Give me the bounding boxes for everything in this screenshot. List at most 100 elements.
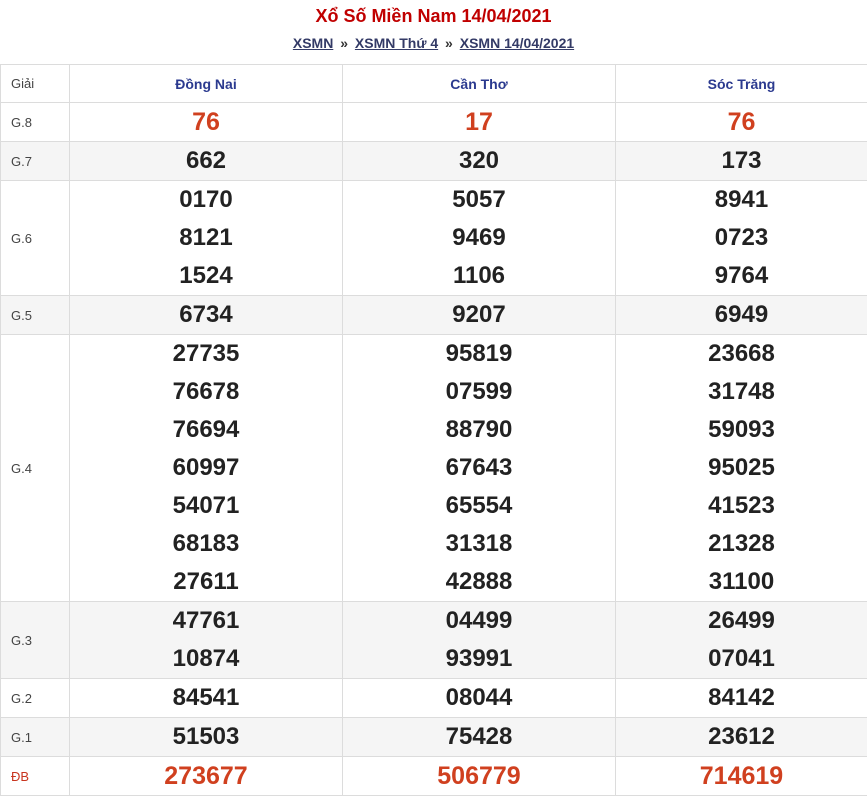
- prize-cell: 662: [69, 141, 343, 181]
- prize-number: 07599: [445, 378, 513, 405]
- prize-number: 1524: [179, 262, 233, 289]
- prize-number: 9207: [452, 301, 506, 328]
- breadcrumb-separator: »: [340, 35, 348, 51]
- prize-number: 07041: [708, 645, 775, 672]
- prize-cell: 6949: [615, 295, 867, 335]
- prize-number: 8941: [714, 186, 769, 213]
- prize-number: 31318: [445, 530, 513, 557]
- prize-cell: 84541: [69, 678, 343, 718]
- prize-cell: 26499 07041: [615, 601, 867, 679]
- prize-number: 31100: [708, 568, 775, 595]
- prize-cell: 51503: [69, 717, 343, 757]
- prize-cell: 95819 07599 88790 67643 65554 31318 42888: [342, 334, 616, 602]
- prize-number: 60997: [172, 454, 240, 481]
- prize-number: 0170: [179, 186, 233, 213]
- prize-number: 84541: [172, 684, 240, 711]
- prize-number: 88790: [445, 416, 513, 443]
- prize-number: 51503: [172, 723, 240, 750]
- prize-number: 27735: [172, 340, 240, 367]
- prize-cell: 76: [615, 102, 867, 142]
- prize-cell: 320: [342, 141, 616, 181]
- prize-number: 5057: [452, 186, 506, 213]
- prize-number: 27611: [173, 568, 239, 595]
- column-header-giai: Giải: [0, 64, 70, 103]
- prize-number: 9469: [452, 224, 506, 251]
- prize-number: 76: [192, 108, 220, 136]
- prize-cell: 506779: [342, 756, 616, 796]
- prize-number: 26499: [708, 607, 775, 634]
- prize-number: 320: [458, 147, 500, 174]
- prize-number: 6949: [714, 301, 769, 328]
- prize-cell: 23668 31748 59093 95025 41523 21328 31100: [615, 334, 867, 602]
- prize-number: 95819: [445, 340, 513, 367]
- prize-number: 42888: [445, 568, 513, 595]
- results-table: Giải Đồng Nai Cần Thơ Sóc Trăng G.8 76 17 7…: [0, 64, 867, 796]
- prize-row: ĐB 273677 506779 714619: [0, 756, 867, 796]
- prize-cell: 04499 93991: [342, 601, 616, 679]
- page-header: Xổ Số Miền Nam 14/04/2021 XSMN » XSMN Th…: [0, 0, 867, 64]
- prize-row: G.5 6734 9207 6949: [0, 295, 867, 335]
- prize-number: 65554: [445, 492, 513, 519]
- breadcrumb-xsmn-link[interactable]: XSMN: [293, 35, 333, 51]
- prize-number: 273677: [164, 762, 248, 790]
- prize-cell: 8941 0723 9764: [615, 180, 867, 296]
- prize-number: 76678: [172, 378, 240, 405]
- prize-label: ĐB: [0, 756, 70, 796]
- prize-label: G.3: [0, 601, 70, 679]
- prize-label: G.7: [0, 141, 70, 181]
- prize-number: 8121: [179, 224, 233, 251]
- prize-number: 17: [465, 108, 493, 136]
- prize-cell: 75428: [342, 717, 616, 757]
- prize-number: 93991: [445, 645, 513, 672]
- prize-number: 21328: [708, 530, 775, 557]
- prize-row: G.3 47761 10874 04499 93991 26499 07041: [0, 601, 867, 679]
- page-title: Xổ Số Miền Nam 14/04/2021: [315, 6, 552, 26]
- prize-cell: 0170 8121 1524: [69, 180, 343, 296]
- prize-number: 23612: [708, 723, 775, 750]
- prize-label: G.1: [0, 717, 70, 757]
- prize-row: G.2 84541 08044 84142: [0, 678, 867, 718]
- breadcrumb-separator: »: [445, 35, 453, 51]
- prize-label: G.2: [0, 678, 70, 718]
- prize-label: G.4: [0, 334, 70, 602]
- prize-number: 75428: [445, 723, 513, 750]
- prize-cell: 08044: [342, 678, 616, 718]
- prize-row: G.4 27735 76678 76694 60997 54071 68183 27611 95…: [0, 334, 867, 602]
- prize-number: 84142: [708, 684, 775, 711]
- prize-cell: 273677: [69, 756, 343, 796]
- prize-cell: 9207: [342, 295, 616, 335]
- prize-number: 08044: [445, 684, 513, 711]
- prize-cell: 27735 76678 76694 60997 54071 68183 27611: [69, 334, 343, 602]
- breadcrumb: XSMN » XSMN Thứ 4 » XSMN 14/04/2021: [0, 35, 867, 51]
- prize-number: 68183: [172, 530, 240, 557]
- prize-cell: 173: [615, 141, 867, 181]
- column-header-province: Cần Thơ: [342, 64, 616, 103]
- prize-cell: 5057 9469 1106: [342, 180, 616, 296]
- prize-cell: 84142: [615, 678, 867, 718]
- prize-number: 47761: [172, 607, 240, 634]
- prize-number: 41523: [708, 492, 775, 519]
- prize-cell: 714619: [615, 756, 867, 796]
- prize-row: G.7 662 320 173: [0, 141, 867, 181]
- prize-number: 1106: [452, 262, 506, 289]
- prize-number: 714619: [699, 762, 784, 790]
- prize-cell: 47761 10874: [69, 601, 343, 679]
- column-header-province: Đồng Nai: [69, 64, 343, 103]
- prize-row: G.1 51503 75428 23612: [0, 717, 867, 757]
- prize-number: 59093: [708, 416, 775, 443]
- prize-number: 54071: [172, 492, 240, 519]
- prize-number: 04499: [445, 607, 513, 634]
- prize-number: 67643: [445, 454, 513, 481]
- prize-cell: 23612: [615, 717, 867, 757]
- prize-number: 23668: [708, 340, 775, 367]
- prize-number: 0723: [714, 224, 769, 251]
- prize-cell: 6734: [69, 295, 343, 335]
- prize-number: 6734: [179, 301, 233, 328]
- prize-number: 662: [185, 147, 227, 174]
- prize-number: 31748: [708, 378, 775, 405]
- prize-number: 10874: [172, 645, 240, 672]
- breadcrumb-xsmn-date-link[interactable]: XSMN 14/04/2021: [460, 35, 574, 51]
- breadcrumb-xsmn-thu4-link[interactable]: XSMN Thứ 4: [355, 35, 438, 51]
- prize-cell: 76: [69, 102, 343, 142]
- prize-number: 9764: [714, 262, 769, 289]
